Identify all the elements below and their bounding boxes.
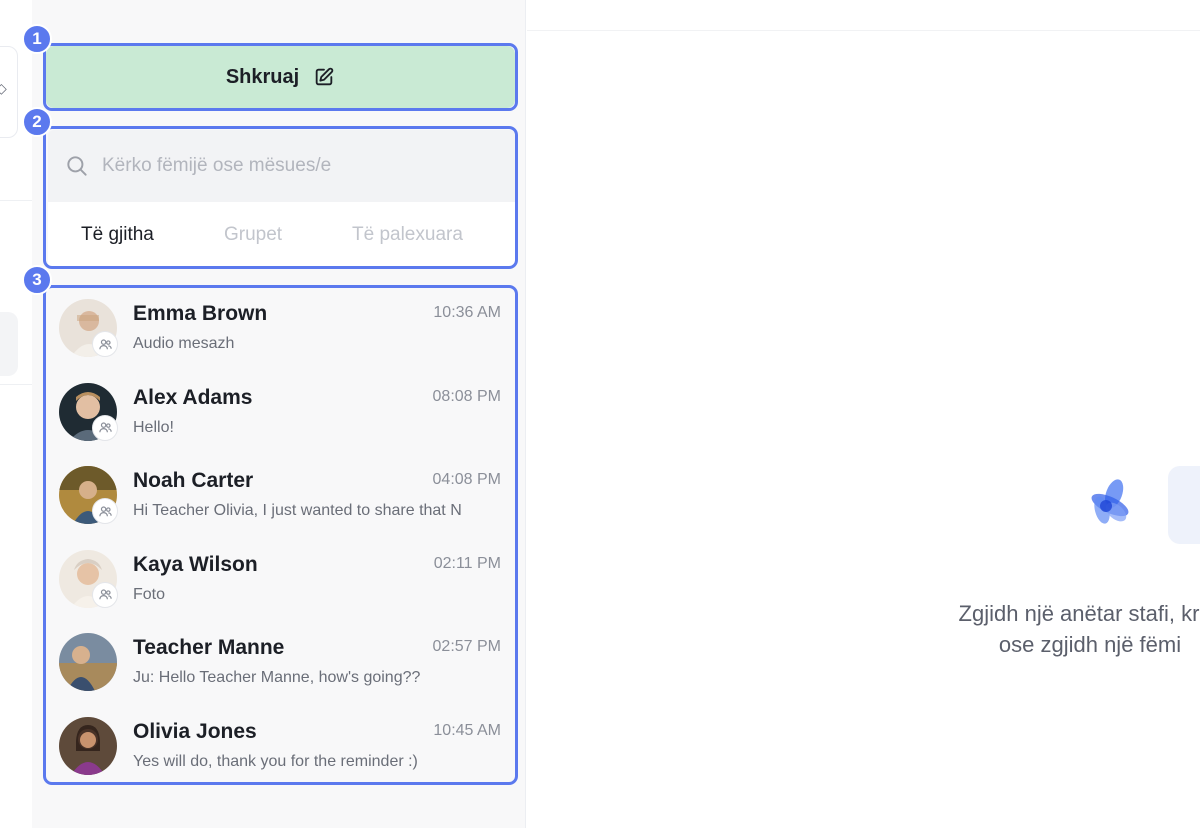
message-time: 02:57 PM [432, 638, 501, 655]
conversation-list: Emma Brown 10:36 AM Audio mesazh Alex Ad… [48, 288, 515, 782]
group-icon [98, 422, 112, 433]
message-preview: Hi Teacher Olivia, I just wanted to shar… [133, 502, 462, 519]
message-preview: Yes will do, thank you for the reminder … [133, 752, 418, 770]
messages-page: ◇ Shkruaj Të gjitha Grupet Të palexuara [0, 0, 1200, 828]
message-time: 08:08 PM [432, 387, 501, 405]
message-time: 10:36 AM [433, 304, 501, 321]
conversation-row[interactable]: Alex Adams 08:08 PM Hello! [48, 372, 515, 456]
divider [0, 200, 32, 201]
tab-unread[interactable]: Të palexuara [352, 224, 463, 246]
search-bar [48, 130, 515, 202]
conversation-row[interactable]: Emma Brown 10:36 AM Audio mesazh [48, 288, 515, 372]
divider [527, 30, 1200, 31]
illustration-card [1168, 466, 1200, 544]
contact-name: Teacher Manne [133, 636, 285, 659]
annotation-number: 1 [22, 24, 52, 54]
compose-label: Shkruaj [225, 65, 300, 88]
conversation-row[interactable]: Teacher Manne 02:57 PM Ju: Hello Teacher… [48, 622, 515, 706]
group-icon [98, 338, 112, 349]
group-badge [92, 331, 118, 357]
compose-button[interactable]: Shkruaj [46, 46, 515, 108]
nav-arrow-icon: ◇ [0, 80, 7, 96]
empty-state-line: ose zgjidh një fëmi [998, 632, 1182, 657]
annotation-number: 2 [22, 107, 52, 137]
empty-state-line: Zgjidh një anëtar stafi, krijo [958, 601, 1200, 626]
divider [0, 384, 32, 385]
edit-icon [315, 67, 334, 86]
tab-groups[interactable]: Grupet [224, 224, 282, 246]
nav-item[interactable] [0, 312, 18, 376]
filter-tabs: Të gjitha Grupet Të palexuara [48, 202, 515, 266]
group-badge [92, 581, 118, 608]
contact-name: Noah Carter [133, 469, 254, 492]
group-icon [98, 589, 112, 600]
avatar [59, 633, 117, 691]
message-time: 10:45 AM [433, 721, 501, 739]
search-icon [67, 156, 87, 176]
group-badge [92, 498, 118, 524]
conversation-row[interactable]: Kaya Wilson 02:11 PM Foto [48, 539, 515, 623]
contact-name: Emma Brown [133, 302, 268, 325]
search-input[interactable] [102, 155, 482, 177]
message-time: 02:11 PM [433, 554, 501, 572]
message-preview: Hello! [133, 418, 174, 436]
message-preview: Audio mesazh [133, 335, 235, 352]
group-icon [98, 505, 112, 516]
conversation-row[interactable]: Olivia Jones 10:45 AM Yes will do, thank… [48, 706, 515, 790]
annotation-number: 3 [22, 265, 52, 295]
conversation-row[interactable]: Noah Carter 04:08 PM Hi Teacher Olivia, … [48, 455, 515, 539]
message-time: 04:08 PM [432, 471, 501, 488]
group-badge [92, 414, 118, 441]
tab-all[interactable]: Të gjitha [81, 224, 154, 246]
contact-name: Olivia Jones [133, 719, 257, 743]
app-logo-icon [1091, 479, 1129, 524]
message-preview: Ju: Hello Teacher Manne, how's going?? [133, 669, 421, 686]
message-preview: Foto [133, 585, 166, 603]
contact-name: Kaya Wilson [133, 552, 258, 576]
avatar [59, 716, 117, 775]
empty-state-text: Zgjidh një anëtar stafi, krijo ose zgjid… [880, 598, 1200, 660]
contact-name: Alex Adams [133, 385, 253, 409]
